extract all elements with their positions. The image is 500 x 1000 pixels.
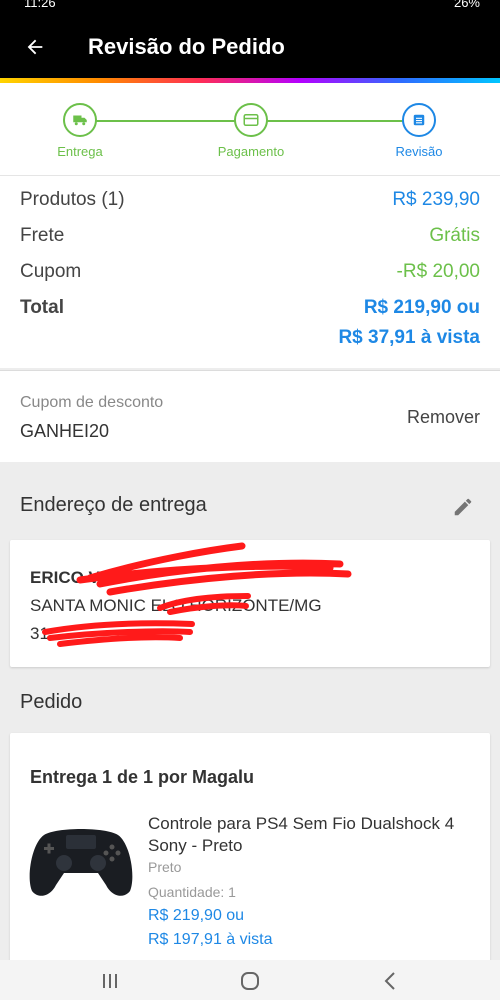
coupon-value: -R$ 20,00 bbox=[396, 261, 480, 282]
pencil-icon[interactable] bbox=[452, 496, 474, 518]
order-section-title: Pedido bbox=[20, 691, 83, 713]
products-label: Produtos (1) bbox=[20, 189, 125, 210]
product-cash-price: R$ 197,91 à vista bbox=[148, 931, 273, 948]
step-label: Entrega bbox=[57, 144, 103, 159]
coupon-label: Cupom bbox=[20, 261, 82, 282]
truck-icon bbox=[63, 103, 97, 137]
shipping-value: Grátis bbox=[429, 225, 480, 246]
step-entrega[interactable]: Entrega bbox=[20, 103, 140, 159]
back-arrow-icon[interactable] bbox=[18, 30, 52, 64]
coupon-code: GANHEI20 bbox=[20, 421, 110, 441]
card-icon bbox=[234, 103, 268, 137]
app-bar: Revisão do Pedido bbox=[0, 12, 500, 78]
back-nav-icon[interactable] bbox=[370, 966, 410, 996]
controller-image bbox=[29, 829, 133, 896]
product-name: Controle para PS4 Sem Fio Dualshock 4 So… bbox=[148, 814, 455, 855]
step-pagamento[interactable]: Pagamento bbox=[191, 103, 311, 159]
status-bar: 11:26 26% bbox=[0, 0, 500, 12]
product-price: R$ 219,90 ou bbox=[148, 907, 245, 924]
checkout-stepper: Entrega Pagamento Revisão bbox=[0, 83, 500, 175]
remove-coupon-button[interactable]: Remover bbox=[407, 407, 480, 428]
products-value: R$ 239,90 bbox=[392, 189, 480, 210]
recent-apps-icon[interactable] bbox=[90, 966, 130, 996]
home-icon[interactable] bbox=[230, 966, 270, 996]
order-card: Entrega 1 de 1 por Magalu Controle para … bbox=[10, 733, 490, 963]
total-value: R$ 219,90 ou bbox=[363, 297, 480, 318]
delivery-title: Entrega 1 de 1 por Magalu bbox=[30, 767, 255, 787]
total-label: Total bbox=[20, 297, 64, 318]
system-nav-bar bbox=[0, 960, 500, 1000]
coupon-caption: Cupom de desconto bbox=[20, 394, 164, 411]
product-color: Preto bbox=[148, 859, 182, 875]
page-title: Revisão do Pedido bbox=[88, 34, 285, 59]
product-quantity: Quantidade: 1 bbox=[148, 884, 236, 900]
order-summary: Produtos (1) R$ 239,90 Frete Grátis Cupo… bbox=[0, 175, 500, 368]
address-section-title: Endereço de entrega bbox=[20, 494, 207, 516]
address-card[interactable]: ERICO VE SANTA MONIC ELO HORIZONTE/MG 31 bbox=[10, 540, 490, 667]
status-time: 11:26 bbox=[24, 0, 56, 10]
coupon-section: Cupom de desconto GANHEI20 Remover bbox=[0, 370, 500, 462]
list-icon bbox=[402, 103, 436, 137]
step-revisao[interactable]: Revisão bbox=[359, 103, 479, 159]
total-cash-value: R$ 37,91 à vista bbox=[338, 327, 480, 348]
step-label: Pagamento bbox=[217, 144, 285, 159]
shipping-label: Frete bbox=[20, 225, 65, 246]
redaction-scribble bbox=[42, 542, 352, 647]
status-battery: 26% bbox=[453, 0, 480, 10]
step-label: Revisão bbox=[395, 144, 443, 159]
